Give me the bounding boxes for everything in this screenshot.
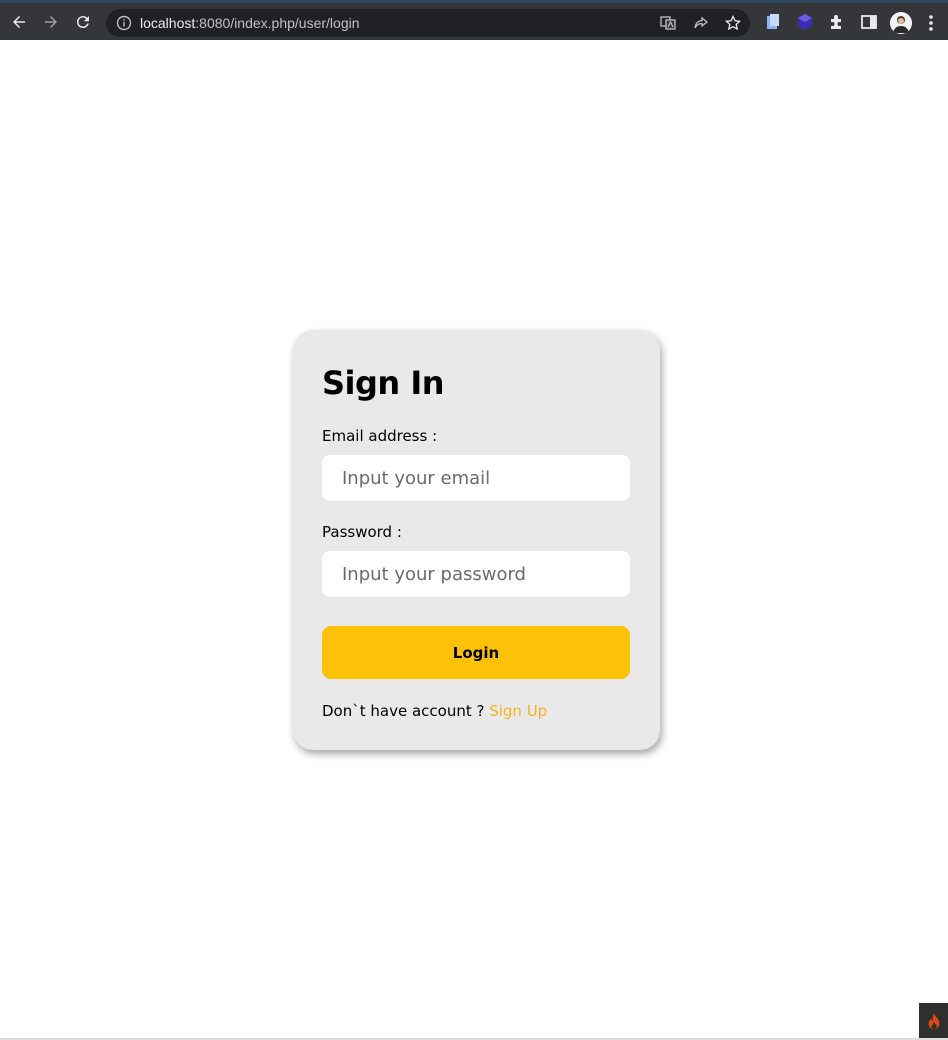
debug-toolbar-icon[interactable] — [919, 1003, 948, 1040]
translate-icon[interactable] — [660, 15, 676, 31]
email-field[interactable] — [322, 455, 630, 501]
back-icon[interactable] — [8, 11, 30, 33]
address-bar[interactable]: localhost:8080/index.php/user/login — [106, 9, 750, 37]
reload-icon[interactable] — [72, 11, 94, 33]
extension-cube-icon[interactable] — [796, 13, 814, 31]
side-panel-icon[interactable] — [860, 13, 878, 31]
login-card: Sign In Email address : Password : Login… — [293, 330, 660, 750]
extension-docs-icon[interactable] — [764, 13, 782, 31]
browser-menu-icon[interactable] — [928, 14, 934, 32]
page-title: Sign In — [322, 364, 445, 402]
signup-link[interactable]: Sign Up — [489, 702, 547, 720]
signup-prompt-text: Don`t have account ? — [322, 702, 490, 720]
bookmark-star-icon[interactable] — [725, 15, 741, 31]
site-info-icon[interactable] — [116, 15, 132, 31]
forward-icon[interactable] — [40, 11, 62, 33]
extensions-puzzle-icon[interactable] — [828, 13, 846, 31]
login-button[interactable]: Login — [322, 626, 630, 679]
email-label: Email address : — [322, 427, 438, 445]
share-icon[interactable] — [693, 15, 709, 31]
password-label: Password : — [322, 523, 402, 541]
password-field[interactable] — [322, 551, 630, 597]
url-text: localhost:8080/index.php/user/login — [140, 15, 360, 31]
signup-prompt: Don`t have account ? Sign Up — [322, 702, 547, 720]
browser-toolbar: localhost:8080/index.php/user/login — [0, 0, 948, 40]
profile-avatar[interactable] — [890, 12, 912, 34]
